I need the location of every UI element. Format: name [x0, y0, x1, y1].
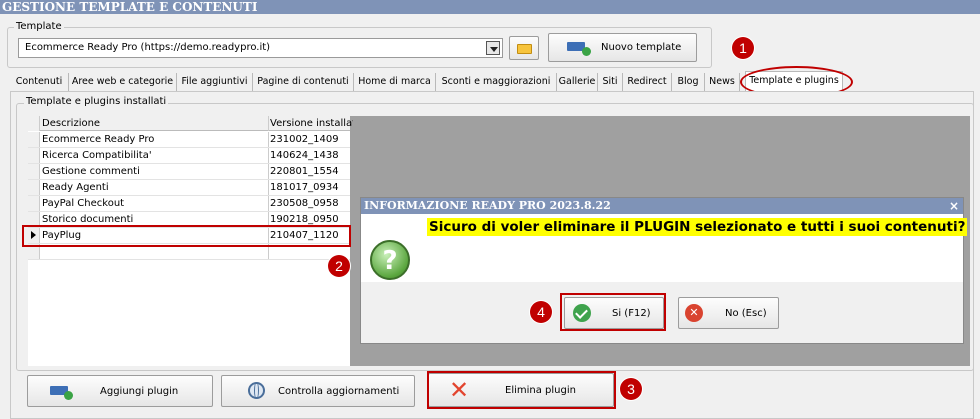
marker-1: 1 — [732, 37, 754, 59]
check-updates-button[interactable]: Controlla aggiornamenti — [221, 375, 415, 407]
open-folder-button[interactable] — [509, 36, 539, 60]
dialog-message: Sicuro di voler eliminare il PLUGIN sele… — [427, 218, 968, 236]
template-select[interactable]: Ecommerce Ready Pro (https://demo.readyp… — [18, 38, 503, 58]
grid-header-corner — [28, 116, 40, 131]
tab-redirect[interactable]: Redirect — [623, 73, 672, 91]
row-header — [28, 132, 40, 147]
plugin-version: 220801_1554 — [270, 166, 339, 177]
plugins-group-label: Template e plugins installati — [24, 96, 169, 107]
tab-home-marca[interactable]: Home di marca — [354, 73, 436, 91]
plugin-name: Gestione commenti — [40, 164, 269, 179]
table-row[interactable]: Ecommerce Ready Pro 231002_1409 — [28, 132, 350, 148]
marker-3: 3 — [620, 378, 642, 400]
plugin-name: Ecommerce Ready Pro — [40, 132, 269, 147]
table-row[interactable]: Gestione commenti 220801_1554 — [28, 164, 350, 180]
check-updates-label: Controlla aggiornamenti — [278, 386, 400, 397]
plus-icon — [64, 391, 73, 400]
add-plugin-button[interactable]: Aggiungi plugin — [27, 375, 213, 407]
tab-aree-web[interactable]: Aree web e categorie — [69, 73, 177, 91]
grid-header: Descrizione Versione installata — [28, 116, 353, 131]
selected-row-highlight — [22, 225, 351, 247]
tab-gallerie[interactable]: Gallerie — [557, 73, 598, 91]
row-header — [28, 180, 40, 195]
plugin-version: 231002_1409 — [270, 134, 339, 145]
marker-2: 2 — [328, 255, 350, 277]
tab-contenuti[interactable]: Contenuti — [10, 73, 69, 91]
plugin-version: 181017_0934 — [270, 182, 339, 193]
row-header — [28, 148, 40, 163]
close-icon[interactable]: × — [949, 198, 959, 214]
plus-icon — [582, 47, 591, 56]
plugin-name: Ricerca Compatibilita' — [40, 148, 269, 163]
table-row[interactable]: PayPal Checkout 230508_0958 — [28, 196, 350, 212]
marker-4: 4 — [530, 301, 552, 323]
column-header-versione[interactable]: Versione installata — [267, 116, 353, 131]
dialog-title: INFORMAZIONE READY PRO 2023.8.22 — [361, 198, 963, 214]
row-header — [28, 164, 40, 179]
chevron-down-icon[interactable] — [486, 41, 500, 55]
delete-button-highlight — [427, 371, 616, 409]
question-icon: ? — [370, 240, 410, 280]
yes-button-highlight — [560, 293, 666, 331]
plugin-name: Ready Agenti — [40, 180, 269, 195]
plugin-version: 140624_1438 — [270, 150, 339, 161]
tab-blog[interactable]: Blog — [672, 73, 705, 91]
globe-meridian — [254, 382, 259, 399]
add-plugin-label: Aggiungi plugin — [100, 386, 179, 397]
tab-file-aggiuntivi[interactable]: File aggiuntivi — [177, 73, 253, 91]
template-select-value: Ecommerce Ready Pro (https://demo.readyp… — [25, 42, 271, 53]
tab-sconti[interactable]: Sconti e maggiorazioni — [436, 73, 557, 91]
tab-pagine-contenuti[interactable]: Pagine di contenuti — [253, 73, 354, 91]
dialog-body: ? Sicuro di voler eliminare il PLUGIN se… — [361, 214, 968, 282]
close-circle-icon: ✕ — [685, 304, 703, 322]
folder-icon — [517, 44, 532, 54]
template-group-label: Template — [14, 21, 64, 32]
tab-news[interactable]: News — [705, 73, 740, 91]
table-row[interactable]: Ready Agenti 181017_0934 — [28, 180, 350, 196]
no-button[interactable]: ✕ No (Esc) — [678, 297, 779, 329]
table-row[interactable]: Ricerca Compatibilita' 140624_1438 — [28, 148, 350, 164]
row-header — [28, 196, 40, 211]
plugin-version: 230508_0958 — [270, 198, 339, 209]
tab-siti[interactable]: Siti — [598, 73, 623, 91]
window-title: GESTIONE TEMPLATE E CONTENUTI — [0, 0, 980, 14]
new-template-button[interactable]: Nuovo template — [548, 33, 697, 62]
new-template-label: Nuovo template — [601, 42, 682, 53]
no-button-label: No (Esc) — [725, 308, 767, 319]
column-header-descrizione[interactable]: Descrizione — [40, 116, 269, 131]
plugin-name: PayPal Checkout — [40, 196, 269, 211]
